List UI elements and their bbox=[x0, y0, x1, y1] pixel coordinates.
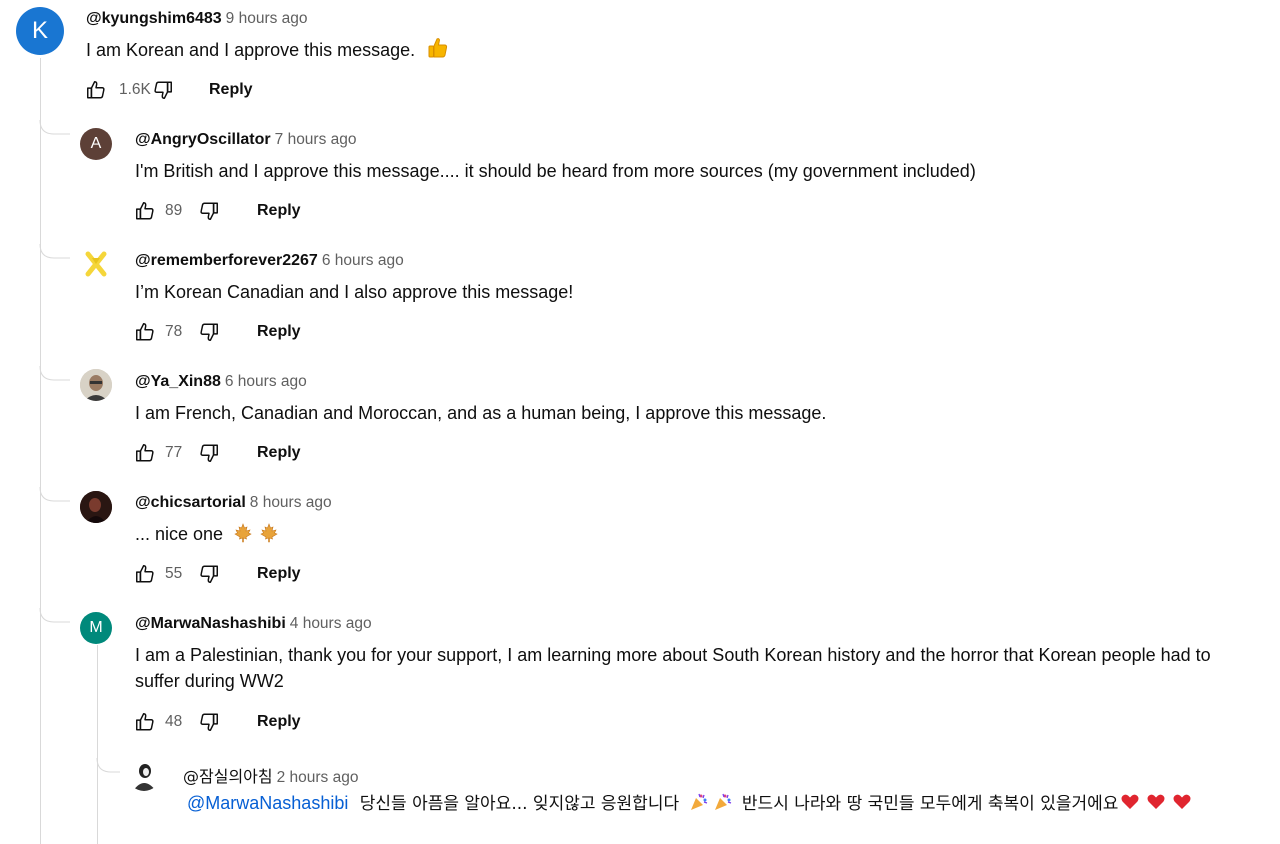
thumbs-up-icon bbox=[87, 81, 105, 99]
thumbs-down-icon bbox=[200, 444, 218, 462]
reply-body: ... nice one bbox=[135, 524, 224, 544]
reply-author[interactable]: @MarwaNashashibi bbox=[135, 615, 286, 632]
reply-actions: 55 Reply bbox=[133, 562, 301, 586]
dislike-button[interactable] bbox=[197, 441, 221, 465]
reply-actions: 89 Reply bbox=[133, 199, 301, 223]
thumbs-up-icon bbox=[136, 202, 154, 220]
like-button[interactable] bbox=[133, 320, 157, 344]
like-button[interactable] bbox=[133, 199, 157, 223]
like-count: 55 bbox=[165, 565, 183, 582]
reply-time[interactable]: 6 hours ago bbox=[322, 252, 404, 269]
profile-photo-avatar-icon[interactable] bbox=[80, 491, 112, 523]
like-count: 48 bbox=[165, 713, 183, 730]
comment-author[interactable]: @kyungshim6483 bbox=[86, 10, 222, 27]
thumbs-up-emoji-icon bbox=[427, 37, 449, 66]
comment-body: I am Korean and I approve this message. bbox=[86, 40, 416, 60]
thumbs-down-icon bbox=[200, 323, 218, 341]
dislike-button[interactable] bbox=[197, 562, 221, 586]
mention-link[interactable]: @MarwaNashashibi bbox=[187, 793, 348, 813]
reply-time[interactable]: 8 hours ago bbox=[250, 494, 332, 511]
reply-button[interactable]: Reply bbox=[257, 202, 301, 220]
reply-button[interactable]: Reply bbox=[257, 565, 301, 583]
dislike-button[interactable] bbox=[197, 320, 221, 344]
reply-actions: 48 Reply bbox=[133, 710, 301, 734]
avatar-letter: A bbox=[90, 135, 102, 152]
thumbs-down-icon bbox=[200, 713, 218, 731]
avatar[interactable]: K bbox=[16, 7, 64, 55]
like-button[interactable] bbox=[133, 710, 157, 734]
reply-author[interactable]: @잠실의아침 bbox=[183, 767, 273, 786]
comment-text: I am Korean and I approve this message. bbox=[86, 37, 449, 66]
dislike-button[interactable] bbox=[197, 710, 221, 734]
profile-photo-avatar-icon[interactable] bbox=[128, 759, 160, 791]
reply-text: ... nice one bbox=[135, 521, 279, 550]
thumbs-down-icon bbox=[200, 202, 218, 220]
party-popper-emoji-icon bbox=[713, 792, 733, 821]
dislike-button[interactable] bbox=[151, 78, 175, 102]
reply-header: @Ya_Xin88 6 hours ago bbox=[135, 373, 307, 391]
reply-author[interactable]: @rememberforever2267 bbox=[135, 252, 318, 269]
comment-time[interactable]: 9 hours ago bbox=[226, 10, 308, 27]
avatar[interactable]: A bbox=[80, 128, 112, 160]
red-heart-emoji-icon bbox=[1120, 792, 1140, 821]
reply-body-part2: 반드시 나라와 땅 국민들 모두에게 축복이 있을거에요 bbox=[741, 794, 1119, 814]
reply-time[interactable]: 6 hours ago bbox=[225, 373, 307, 390]
thumbs-up-icon bbox=[136, 444, 154, 462]
reply-time[interactable]: 2 hours ago bbox=[277, 769, 359, 786]
reply-author[interactable]: @Ya_Xin88 bbox=[135, 373, 221, 390]
avatar-letter: M bbox=[89, 619, 103, 636]
like-button[interactable] bbox=[133, 441, 157, 465]
reply-text: I am a Palestinian, thank you for your s… bbox=[135, 645, 1211, 691]
like-button[interactable] bbox=[84, 78, 108, 102]
reply-text: @MarwaNashashibi 당신들 아픔을 알아요... 잊지않고 응원합… bbox=[187, 789, 1272, 821]
reply-button[interactable]: Reply bbox=[257, 713, 301, 731]
red-heart-emoji-icon bbox=[1172, 792, 1192, 821]
comment-actions: 1.6K Reply bbox=[84, 78, 253, 102]
reply-button[interactable]: Reply bbox=[257, 444, 301, 462]
like-button[interactable] bbox=[133, 562, 157, 586]
reply-header: @잠실의아침 2 hours ago bbox=[183, 763, 358, 787]
reply-header: @MarwaNashashibi 4 hours ago bbox=[135, 615, 372, 633]
avatar[interactable]: M bbox=[80, 612, 112, 644]
reply-button[interactable]: Reply bbox=[209, 81, 253, 99]
reply-actions: 77 Reply bbox=[133, 441, 301, 465]
reply-body-part1: 당신들 아픔을 알아요... 잊지않고 응원합니다 bbox=[359, 794, 680, 814]
thumbs-up-icon bbox=[136, 323, 154, 341]
like-count: 89 bbox=[165, 202, 183, 219]
comment-header: @kyungshim6483 9 hours ago bbox=[86, 10, 308, 28]
thumbs-up-icon bbox=[136, 565, 154, 583]
thumbs-down-icon bbox=[200, 565, 218, 583]
reply-text: I am French, Canadian and Moroccan, and … bbox=[135, 403, 827, 423]
reply-header: @rememberforever2267 6 hours ago bbox=[135, 252, 404, 270]
reply-text: I'm British and I approve this message..… bbox=[135, 161, 976, 181]
reply-header: @AngryOscillator 7 hours ago bbox=[135, 131, 357, 149]
reply-time[interactable]: 4 hours ago bbox=[290, 615, 372, 632]
reply-header: @chicsartorial 8 hours ago bbox=[135, 494, 332, 512]
red-heart-emoji-icon bbox=[1146, 792, 1166, 821]
party-popper-emoji-icon bbox=[689, 792, 709, 821]
reply-button[interactable]: Reply bbox=[257, 323, 301, 341]
profile-photo-avatar-icon[interactable] bbox=[80, 369, 112, 401]
thumbs-down-icon bbox=[154, 81, 172, 99]
like-count: 1.6K bbox=[119, 81, 151, 98]
avatar-letter: K bbox=[31, 17, 48, 44]
reply-author[interactable]: @chicsartorial bbox=[135, 494, 246, 511]
like-count: 77 bbox=[165, 444, 183, 461]
thumbs-up-icon bbox=[136, 713, 154, 731]
maple-leaf-emoji-icon bbox=[233, 523, 253, 550]
like-count: 78 bbox=[165, 323, 183, 340]
yellow-ribbon-avatar-icon[interactable] bbox=[80, 248, 112, 280]
maple-leaf-emoji-icon bbox=[259, 523, 279, 550]
reply-actions: 78 Reply bbox=[133, 320, 301, 344]
reply-time[interactable]: 7 hours ago bbox=[275, 131, 357, 148]
reply-author[interactable]: @AngryOscillator bbox=[135, 131, 271, 148]
dislike-button[interactable] bbox=[197, 199, 221, 223]
reply-text: I’m Korean Canadian and I also approve t… bbox=[135, 282, 574, 302]
